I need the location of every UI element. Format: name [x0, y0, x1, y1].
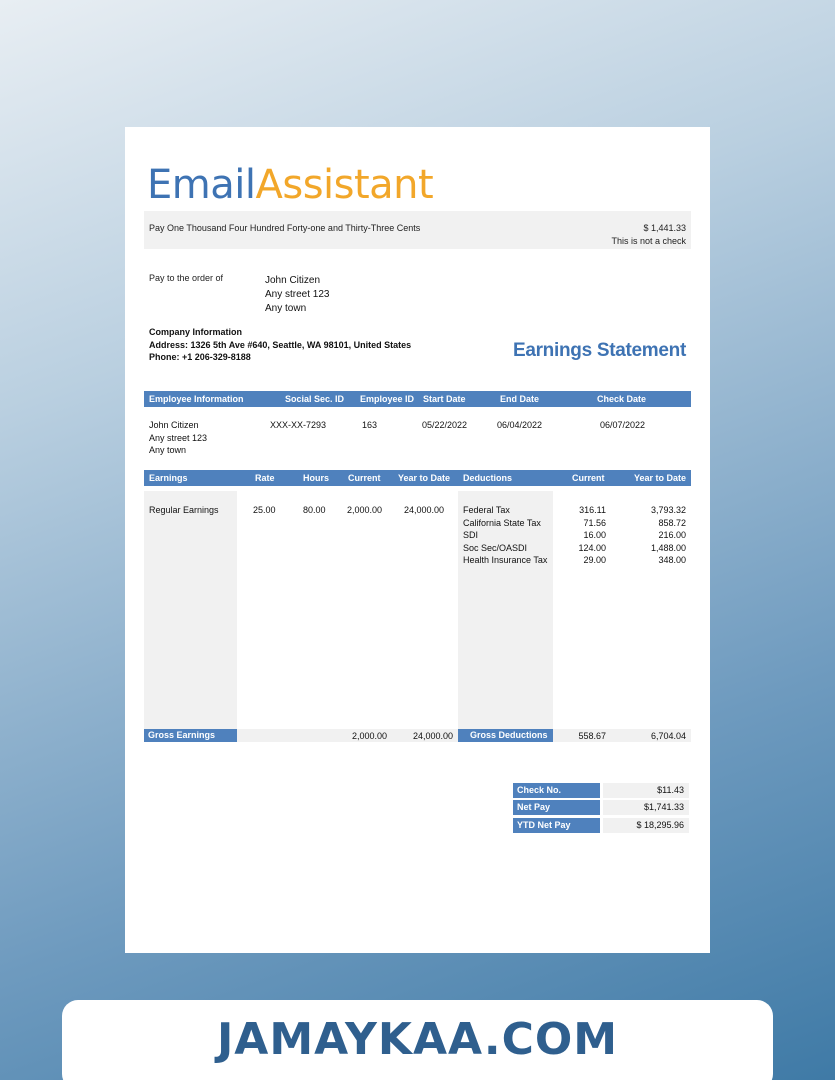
earnings-header-bar: Earnings Rate Hours Current Year to Date…	[144, 470, 691, 486]
watermark-text: JAMAYKAA.COM	[216, 1014, 619, 1065]
deductions-ytd: 3,793.32 858.72 216.00 1,488.00 348.00	[625, 504, 686, 567]
deduction-current: 124.00	[578, 542, 606, 553]
header-ded-current: Current	[572, 473, 605, 483]
header-hours: Hours	[303, 473, 330, 483]
logo-part-email: Email	[147, 162, 256, 208]
header-check-date: Check Date	[597, 394, 647, 404]
gross-earnings-current: 2,000.00	[352, 731, 388, 741]
deduction-ytd: 216.00	[658, 530, 686, 540]
deduction-current: 71.56	[583, 517, 606, 528]
net-pay-label: Net Pay	[513, 800, 600, 815]
deduction-label: Health Insurance Tax	[463, 555, 548, 565]
regular-earnings-current: 2,000.00	[347, 505, 383, 515]
company-phone: Phone: +1 206-329-8188	[149, 352, 251, 362]
regular-earnings-rate: 25.00	[253, 505, 276, 515]
header-employee-id: Employee ID	[360, 394, 415, 404]
regular-earnings-label: Regular Earnings	[149, 505, 219, 515]
pay-stub-document: EmailAssistant Pay One Thousand Four Hun…	[125, 127, 710, 953]
company-address: Address: 1326 5th Ave #640, Seattle, WA …	[149, 339, 412, 350]
ytd-net-pay-value: $ 18,295.96	[603, 818, 689, 833]
header-rate: Rate	[255, 473, 275, 483]
employee-end-date: 06/04/2022	[497, 420, 543, 430]
pay-to-order-label: Pay to the order of	[149, 273, 224, 283]
statement-title: Earnings Statement	[512, 340, 686, 361]
deduction-label: Federal Tax	[463, 505, 510, 515]
employee-id: 163	[362, 420, 378, 430]
gross-deductions-ytd: 6,704.04	[650, 731, 686, 741]
employee-ssn: XXX-XX-7293	[270, 420, 327, 430]
deduction-current: 316.11	[579, 505, 606, 515]
payee-street: Any street 123	[265, 289, 330, 300]
not-a-check-note: This is not a check	[611, 236, 686, 246]
employee-name: John Citizen	[149, 420, 199, 430]
regular-earnings-hours: 80.00	[303, 505, 326, 515]
header-ssn: Social Sec. ID	[285, 394, 345, 404]
employee-info: John Citizen Any street 123 Any town	[149, 419, 207, 457]
pay-amount-value: $ 1,441.33	[643, 223, 686, 233]
deduction-current: 16.00	[583, 530, 606, 540]
employee-check-date: 06/07/2022	[600, 420, 646, 430]
deduction-label: SDI	[463, 530, 479, 540]
deductions-current: 316.11 71.56 16.00 124.00 29.00	[555, 504, 606, 567]
deduction-ytd: 348.00	[658, 555, 686, 565]
deduction-current: 29.00	[583, 555, 606, 565]
deduction-label: California State Tax	[463, 517, 541, 528]
header-deductions: Deductions	[463, 473, 513, 483]
header-current: Current	[348, 473, 381, 483]
header-start-date: Start Date	[423, 394, 466, 404]
deduction-ytd: 858.72	[658, 517, 686, 528]
regular-earnings-ytd: 24,000.00	[404, 505, 445, 515]
header-end-date: End Date	[500, 394, 540, 404]
deduction-ytd: 3,793.32	[650, 505, 686, 515]
header-earnings: Earnings	[149, 473, 188, 483]
payee-town: Any town	[265, 303, 307, 314]
net-pay-value: $1,741.33	[603, 800, 689, 815]
pay-amount-bar: Pay One Thousand Four Hundred Forty-one …	[144, 211, 691, 249]
payee-name: John Citizen	[265, 275, 321, 286]
deduction-label: Soc Sec/OASDI	[463, 542, 528, 553]
header-ytd: Year to Date	[398, 473, 451, 483]
employee-start-date: 05/22/2022	[422, 420, 468, 430]
employee-street: Any street 123	[149, 432, 208, 443]
employee-town: Any town	[149, 445, 187, 455]
employee-header-bar: Employee Information Social Sec. ID Empl…	[144, 391, 691, 407]
earnings-label-column	[144, 491, 237, 729]
header-employee-info: Employee Information	[149, 394, 244, 404]
company-info-heading: Company Information	[149, 327, 243, 337]
watermark-banner: JAMAYKAA.COM	[62, 1000, 773, 1080]
gross-deductions-label: Gross Deductions	[458, 729, 553, 742]
check-no-label: Check No.	[513, 783, 600, 798]
gross-earnings-ytd: 24,000.00	[413, 731, 454, 741]
deductions-labels: Federal Tax California State Tax SDI Soc…	[463, 504, 547, 567]
logo-part-assistant: Assistant	[255, 162, 434, 208]
company-logo: EmailAssistant	[147, 159, 434, 211]
gross-deductions-current: 558.67	[578, 731, 606, 741]
pay-amount-words: Pay One Thousand Four Hundred Forty-one …	[149, 223, 421, 233]
ytd-net-pay-label: YTD Net Pay	[513, 818, 600, 833]
company-info: Company Information Address: 1326 5th Av…	[149, 326, 411, 364]
payee-block: John Citizen Any street 123 Any town	[265, 274, 329, 316]
gross-earnings-label: Gross Earnings	[144, 729, 237, 742]
deduction-ytd: 1,488.00	[650, 542, 686, 553]
check-no-value: $11.43	[603, 783, 689, 798]
header-ded-ytd: Year to Date	[634, 473, 687, 483]
